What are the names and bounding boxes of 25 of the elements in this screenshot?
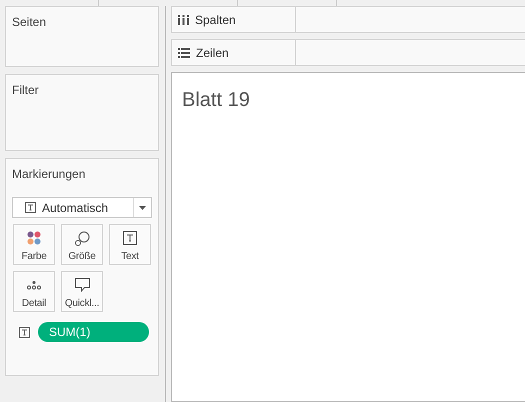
mark-card-button[interactable]: Größe [61, 224, 103, 265]
text-icon [19, 326, 30, 338]
mark-type-dropdown[interactable]: Automatisch [12, 197, 152, 218]
mark-type-value: Automatisch [42, 200, 108, 214]
speech-bubble-icon [74, 278, 90, 292]
shelf-label: Zeilen [196, 46, 229, 60]
circles-icon [74, 230, 90, 246]
text-icon [25, 202, 36, 213]
panel-title: Filter [12, 83, 39, 97]
shelf-label: Spalten [195, 12, 236, 26]
mark-card-button[interactable]: Detail [13, 271, 55, 312]
color-dots-icon [27, 231, 41, 245]
sheet-title: Blatt 19 [182, 89, 250, 111]
panel-title: Seiten [12, 15, 46, 29]
dots-icon [27, 280, 41, 290]
mark-card-button[interactable]: Farbe [13, 224, 55, 265]
shelf[interactable]: Spalten [171, 6, 525, 33]
list-icon [178, 48, 190, 58]
shelf[interactable]: Zeilen [171, 39, 525, 66]
panel-title: Markierungen [12, 167, 86, 181]
text-icon [123, 231, 137, 245]
columns-icon [178, 14, 189, 24]
mark-card-button[interactable]: Text [109, 224, 151, 265]
mark-card-button[interactable]: Quickl... [61, 271, 103, 312]
caret-icon [139, 206, 146, 210]
